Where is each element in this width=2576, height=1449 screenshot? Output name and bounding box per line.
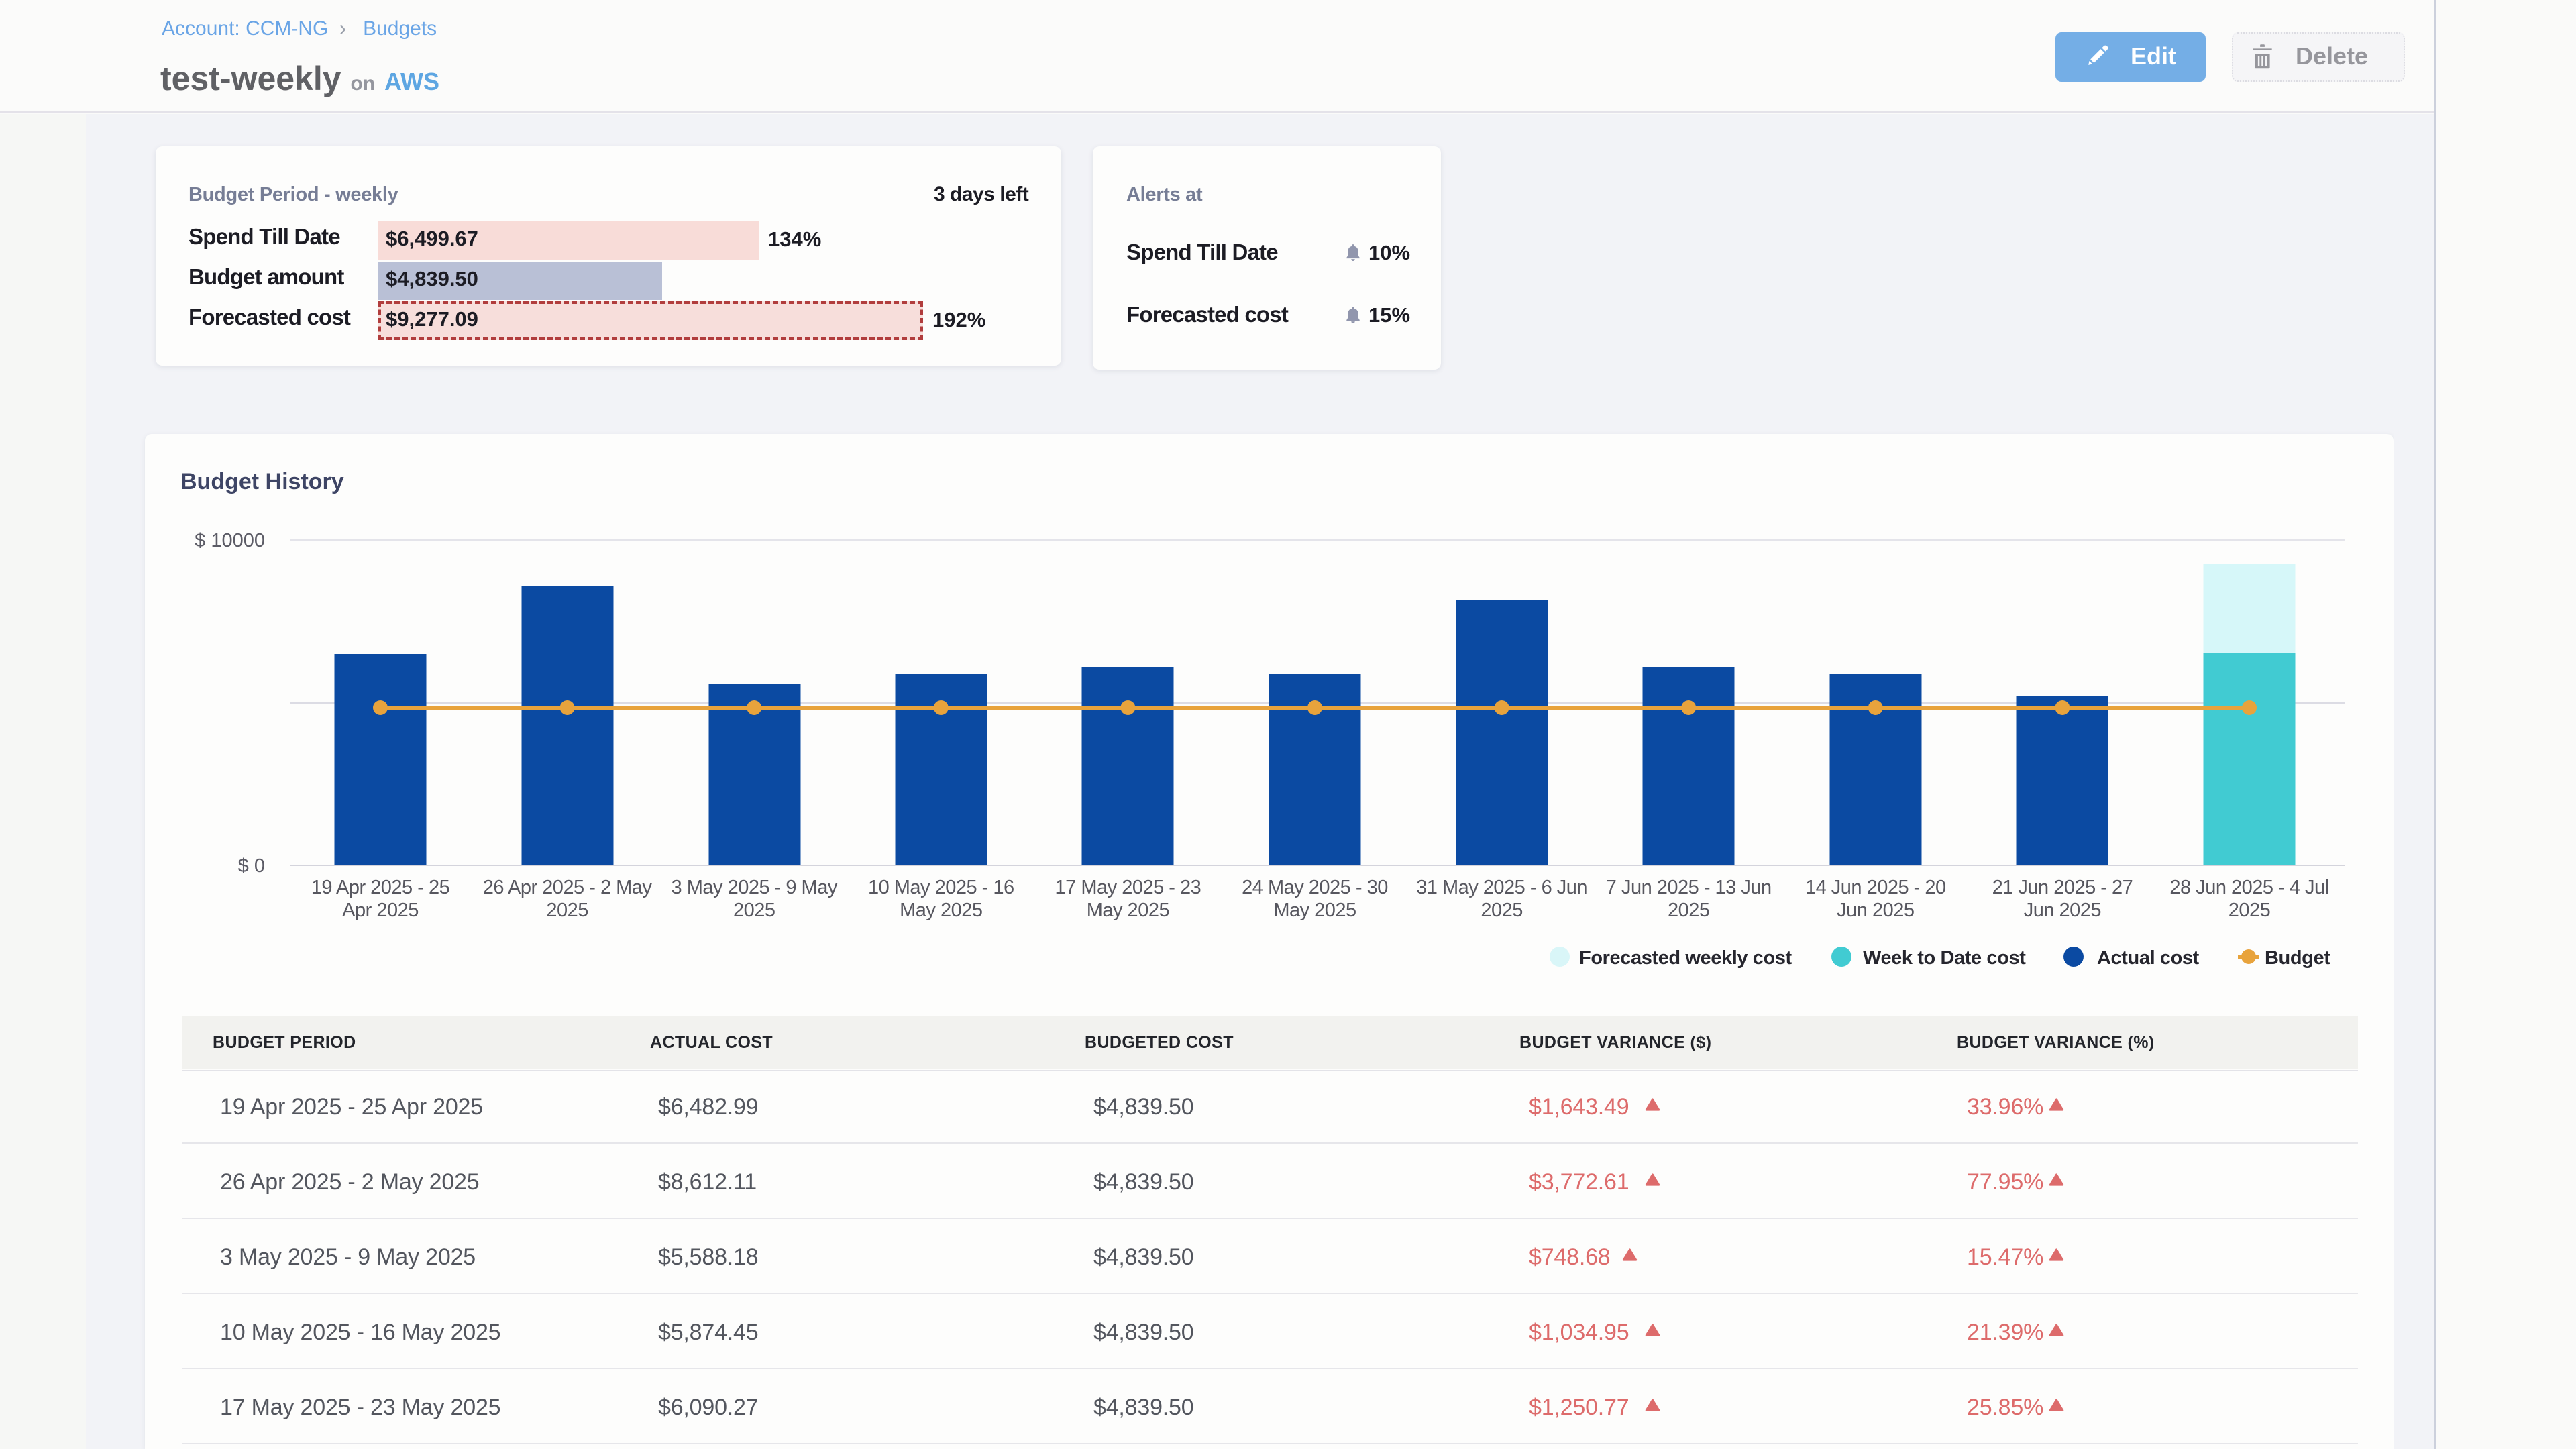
svg-text:2025: 2025 [1481, 900, 1523, 921]
svg-text:Budget: Budget [2265, 947, 2330, 969]
svg-text:7 Jun 2025 - 13 Jun: 7 Jun 2025 - 13 Jun [1606, 877, 1772, 898]
svg-text:Jun 2025: Jun 2025 [2024, 900, 2101, 921]
svg-text:2025: 2025 [546, 900, 588, 921]
svg-text:24 May 2025 - 30: 24 May 2025 - 30 [1242, 877, 1388, 898]
svg-text:Week to Date cost: Week to Date cost [1863, 947, 2026, 969]
svg-text:3 May 2025 - 9 May: 3 May 2025 - 9 May [672, 877, 838, 898]
svg-text:2025: 2025 [733, 900, 775, 921]
svg-text:Forecasted weekly cost: Forecasted weekly cost [1579, 947, 1792, 969]
svg-text:May 2025: May 2025 [1273, 900, 1356, 921]
svg-text:May 2025: May 2025 [1087, 900, 1169, 921]
svg-text:10 May 2025 - 16: 10 May 2025 - 16 [868, 877, 1014, 898]
svg-text:Actual cost: Actual cost [2097, 947, 2200, 969]
svg-text:26 Apr 2025 - 2 May: 26 Apr 2025 - 2 May [483, 877, 653, 898]
svg-text:17 May 2025 - 23: 17 May 2025 - 23 [1055, 877, 1201, 898]
svg-text:19 Apr 2025 - 25: 19 Apr 2025 - 25 [311, 877, 449, 898]
svg-text:31 May 2025 - 6 Jun: 31 May 2025 - 6 Jun [1416, 877, 1587, 898]
svg-text:May 2025: May 2025 [900, 900, 982, 921]
svg-text:$ 10000: $ 10000 [195, 530, 265, 551]
svg-text:28 Jun 2025 - 4 Jul: 28 Jun 2025 - 4 Jul [2169, 877, 2328, 898]
svg-text:14 Jun 2025 - 20: 14 Jun 2025 - 20 [1805, 877, 1946, 898]
svg-text:$ 0: $ 0 [238, 855, 265, 877]
svg-text:21 Jun 2025 - 27: 21 Jun 2025 - 27 [1992, 877, 2133, 898]
svg-text:2025: 2025 [1668, 900, 1710, 921]
svg-text:Jun 2025: Jun 2025 [1837, 900, 1914, 921]
svg-text:2025: 2025 [2229, 900, 2271, 921]
svg-text:Apr 2025: Apr 2025 [342, 900, 419, 921]
